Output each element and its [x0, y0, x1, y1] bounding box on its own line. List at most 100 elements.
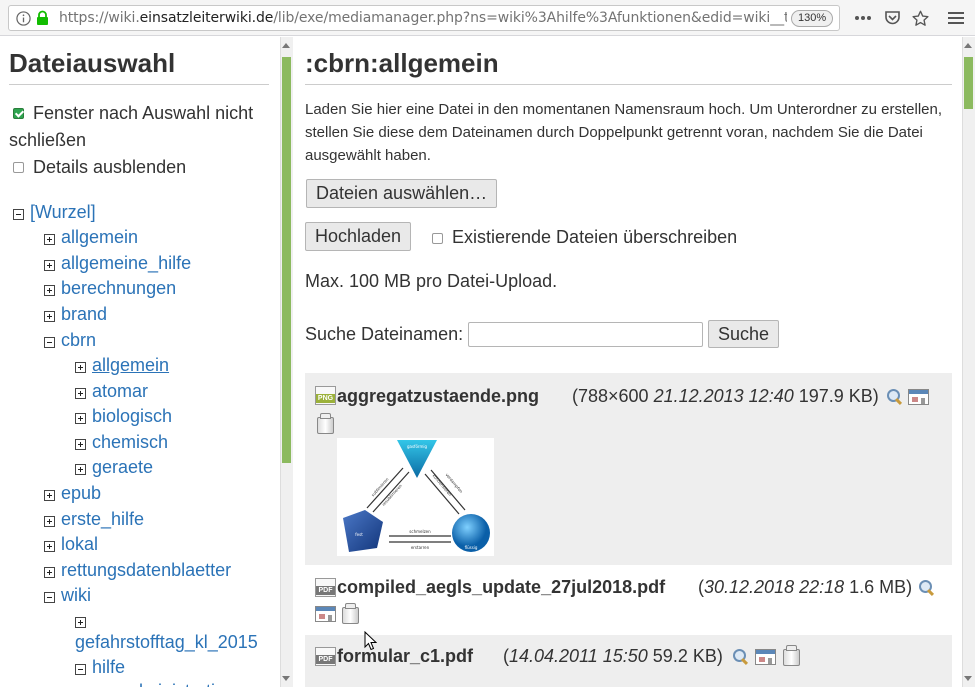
tree-item-cbrn[interactable]: cbrn [61, 330, 96, 351]
expand-toggle-icon[interactable] [75, 617, 86, 628]
overwrite-label[interactable]: Existierende Dateien überschreiben [452, 227, 737, 248]
namespace-title: :cbrn:allgemein [305, 48, 499, 78]
tree-item-allgemeine-hilfe[interactable]: allgemeine_hilfe [61, 253, 191, 274]
file-meta: (788×600 21.12.2013 12:40 197.9 KB) [572, 386, 879, 406]
expand-toggle-icon[interactable] [75, 388, 86, 399]
scroll-down-arrow[interactable] [282, 676, 290, 681]
tree-item-allgemein[interactable]: allgemein [92, 355, 169, 376]
collapse-toggle-icon[interactable] [75, 664, 86, 675]
thumb-label-melt: schmelzen [409, 529, 431, 534]
tree-item-wiki[interactable]: wiki [61, 585, 91, 606]
expand-toggle-icon[interactable] [75, 413, 86, 424]
tree-item-erste-hilfe[interactable]: erste_hilfe [61, 509, 144, 530]
tree-item-gefahrstofftag-kl-2015[interactable]: gefahrstofftag_kl_2015 [75, 632, 258, 653]
thumb-label-solid: fest [355, 532, 363, 537]
expand-toggle-icon[interactable] [44, 516, 55, 527]
tree-item-atomar[interactable]: atomar [92, 381, 148, 402]
thumb-label-liquid: flüssig [465, 545, 478, 550]
insert-link-icon[interactable] [315, 606, 336, 622]
hide-details-label[interactable]: Details ausblenden [33, 157, 186, 178]
more-icon[interactable] [852, 9, 874, 27]
upload-instructions: Laden Sie hier eine Datei in den momenta… [305, 101, 943, 164]
tree-item-wurzel[interactable]: [Wurzel] [30, 202, 96, 223]
tree-item-lokal[interactable]: lokal [61, 534, 98, 555]
scroll-up-arrow[interactable] [282, 43, 290, 48]
divider [9, 84, 269, 85]
left-scrollbar-thumb[interactable] [282, 57, 291, 463]
zoom-indicator[interactable]: 130% [791, 10, 834, 27]
expand-toggle-icon[interactable] [44, 234, 55, 245]
keep-open-label[interactable]: Fenster nach Auswahl nicht [33, 103, 253, 124]
max-upload-size: Max. 100 MB pro Datei-Upload. [305, 271, 558, 291]
expand-toggle-icon[interactable] [44, 541, 55, 552]
expand-toggle-icon[interactable] [44, 490, 55, 501]
tree-item-biologisch[interactable]: biologisch [92, 406, 172, 427]
file-selection-pane: Dateiauswahl Fenster nach Auswahl nicht … [0, 37, 279, 687]
pocket-icon[interactable] [881, 8, 903, 28]
tree-item-brand[interactable]: brand [61, 304, 107, 325]
thumb-label-gas: gasförmig [407, 444, 428, 449]
search-button[interactable]: Suche [708, 320, 780, 348]
tree-item-chemisch[interactable]: chemisch [92, 432, 168, 453]
hide-details-checkbox[interactable] [13, 162, 24, 173]
expand-toggle-icon[interactable] [44, 285, 55, 296]
pdf-file-icon: PDF [315, 578, 336, 597]
collapse-toggle-icon[interactable] [44, 337, 55, 348]
tree-item-rettungsdatenblaetter[interactable]: rettungsdatenblaetter [61, 560, 231, 581]
delete-icon[interactable] [781, 645, 800, 666]
search-input[interactable] [468, 322, 703, 347]
file-name[interactable]: formular_c1.pdf [337, 646, 473, 667]
divider [305, 84, 952, 85]
file-meta: (30.12.2018 22:18 1.6 MB) [698, 577, 913, 597]
lock-icon [34, 9, 50, 27]
search-label: Suche Dateinamen: [305, 324, 464, 344]
scroll-down-arrow[interactable] [964, 676, 972, 681]
pdf-file-icon: PDF [315, 647, 336, 666]
right-scrollbar[interactable] [962, 37, 975, 687]
delete-icon[interactable] [315, 413, 334, 434]
insert-link-icon[interactable] [755, 649, 776, 665]
tree-item-geraete[interactable]: geraete [92, 457, 153, 478]
file-name[interactable]: aggregatzustaende.png [337, 386, 539, 407]
mouse-cursor-icon [364, 631, 377, 651]
expand-toggle-icon[interactable] [44, 311, 55, 322]
keep-open-checkbox[interactable] [13, 108, 24, 119]
magnifier-icon[interactable] [918, 579, 935, 596]
expand-toggle-icon[interactable] [75, 362, 86, 373]
expand-toggle-icon[interactable] [44, 567, 55, 578]
magnifier-icon[interactable] [886, 388, 903, 405]
tree-item-hilfe[interactable]: hilfe [92, 657, 125, 678]
overwrite-checkbox[interactable] [432, 233, 443, 244]
file-row: PNG aggregatzustaende.png (788×600 21.12… [305, 373, 952, 565]
tree-item-administration[interactable]: administration [123, 681, 235, 687]
expand-toggle-icon[interactable] [44, 260, 55, 271]
expand-toggle-icon[interactable] [75, 439, 86, 450]
right-scrollbar-thumb[interactable] [964, 57, 973, 109]
image-thumbnail[interactable]: gasförmig fest flüssig schmelzen erstarr… [337, 438, 494, 556]
collapse-toggle-icon[interactable] [44, 592, 55, 603]
expand-toggle-icon[interactable] [75, 464, 86, 475]
menu-icon[interactable] [945, 8, 967, 28]
insert-link-icon[interactable] [908, 389, 929, 405]
url-text[interactable]: https://wiki.einsatzleiterwiki.de/lib/ex… [59, 10, 787, 26]
scroll-up-arrow[interactable] [964, 43, 972, 48]
thumb-label-freeze: erstarren [411, 545, 430, 550]
star-icon[interactable] [909, 8, 931, 28]
pane-title: Dateiauswahl [9, 48, 176, 78]
file-name[interactable]: compiled_aegls_update_27jul2018.pdf [337, 577, 665, 598]
tree-item-berechnungen[interactable]: berechnungen [61, 278, 176, 299]
thumb-solid-shape [343, 510, 383, 552]
upload-button[interactable]: Hochladen [305, 222, 412, 251]
choose-files-button[interactable]: Dateien auswählen… [306, 179, 498, 208]
delete-icon[interactable] [340, 603, 359, 624]
file-row: PDF formular_c1.pdf (14.04.2011 15:50 59… [305, 635, 952, 687]
magnifier-icon[interactable] [732, 648, 749, 665]
file-row: PDF compiled_aegls_update_27jul2018.pdf … [305, 565, 952, 635]
browser-toolbar: https://wiki.einsatzleiterwiki.de/lib/ex… [0, 0, 975, 36]
tree-item-epub[interactable]: epub [61, 483, 101, 504]
keep-open-label-wrap[interactable]: schließen [9, 130, 86, 151]
info-icon[interactable] [15, 10, 31, 26]
tree-item-allgemein[interactable]: allgemein [61, 227, 138, 248]
address-bar[interactable]: https://wiki.einsatzleiterwiki.de/lib/ex… [8, 5, 840, 31]
collapse-toggle-icon[interactable] [13, 209, 24, 220]
